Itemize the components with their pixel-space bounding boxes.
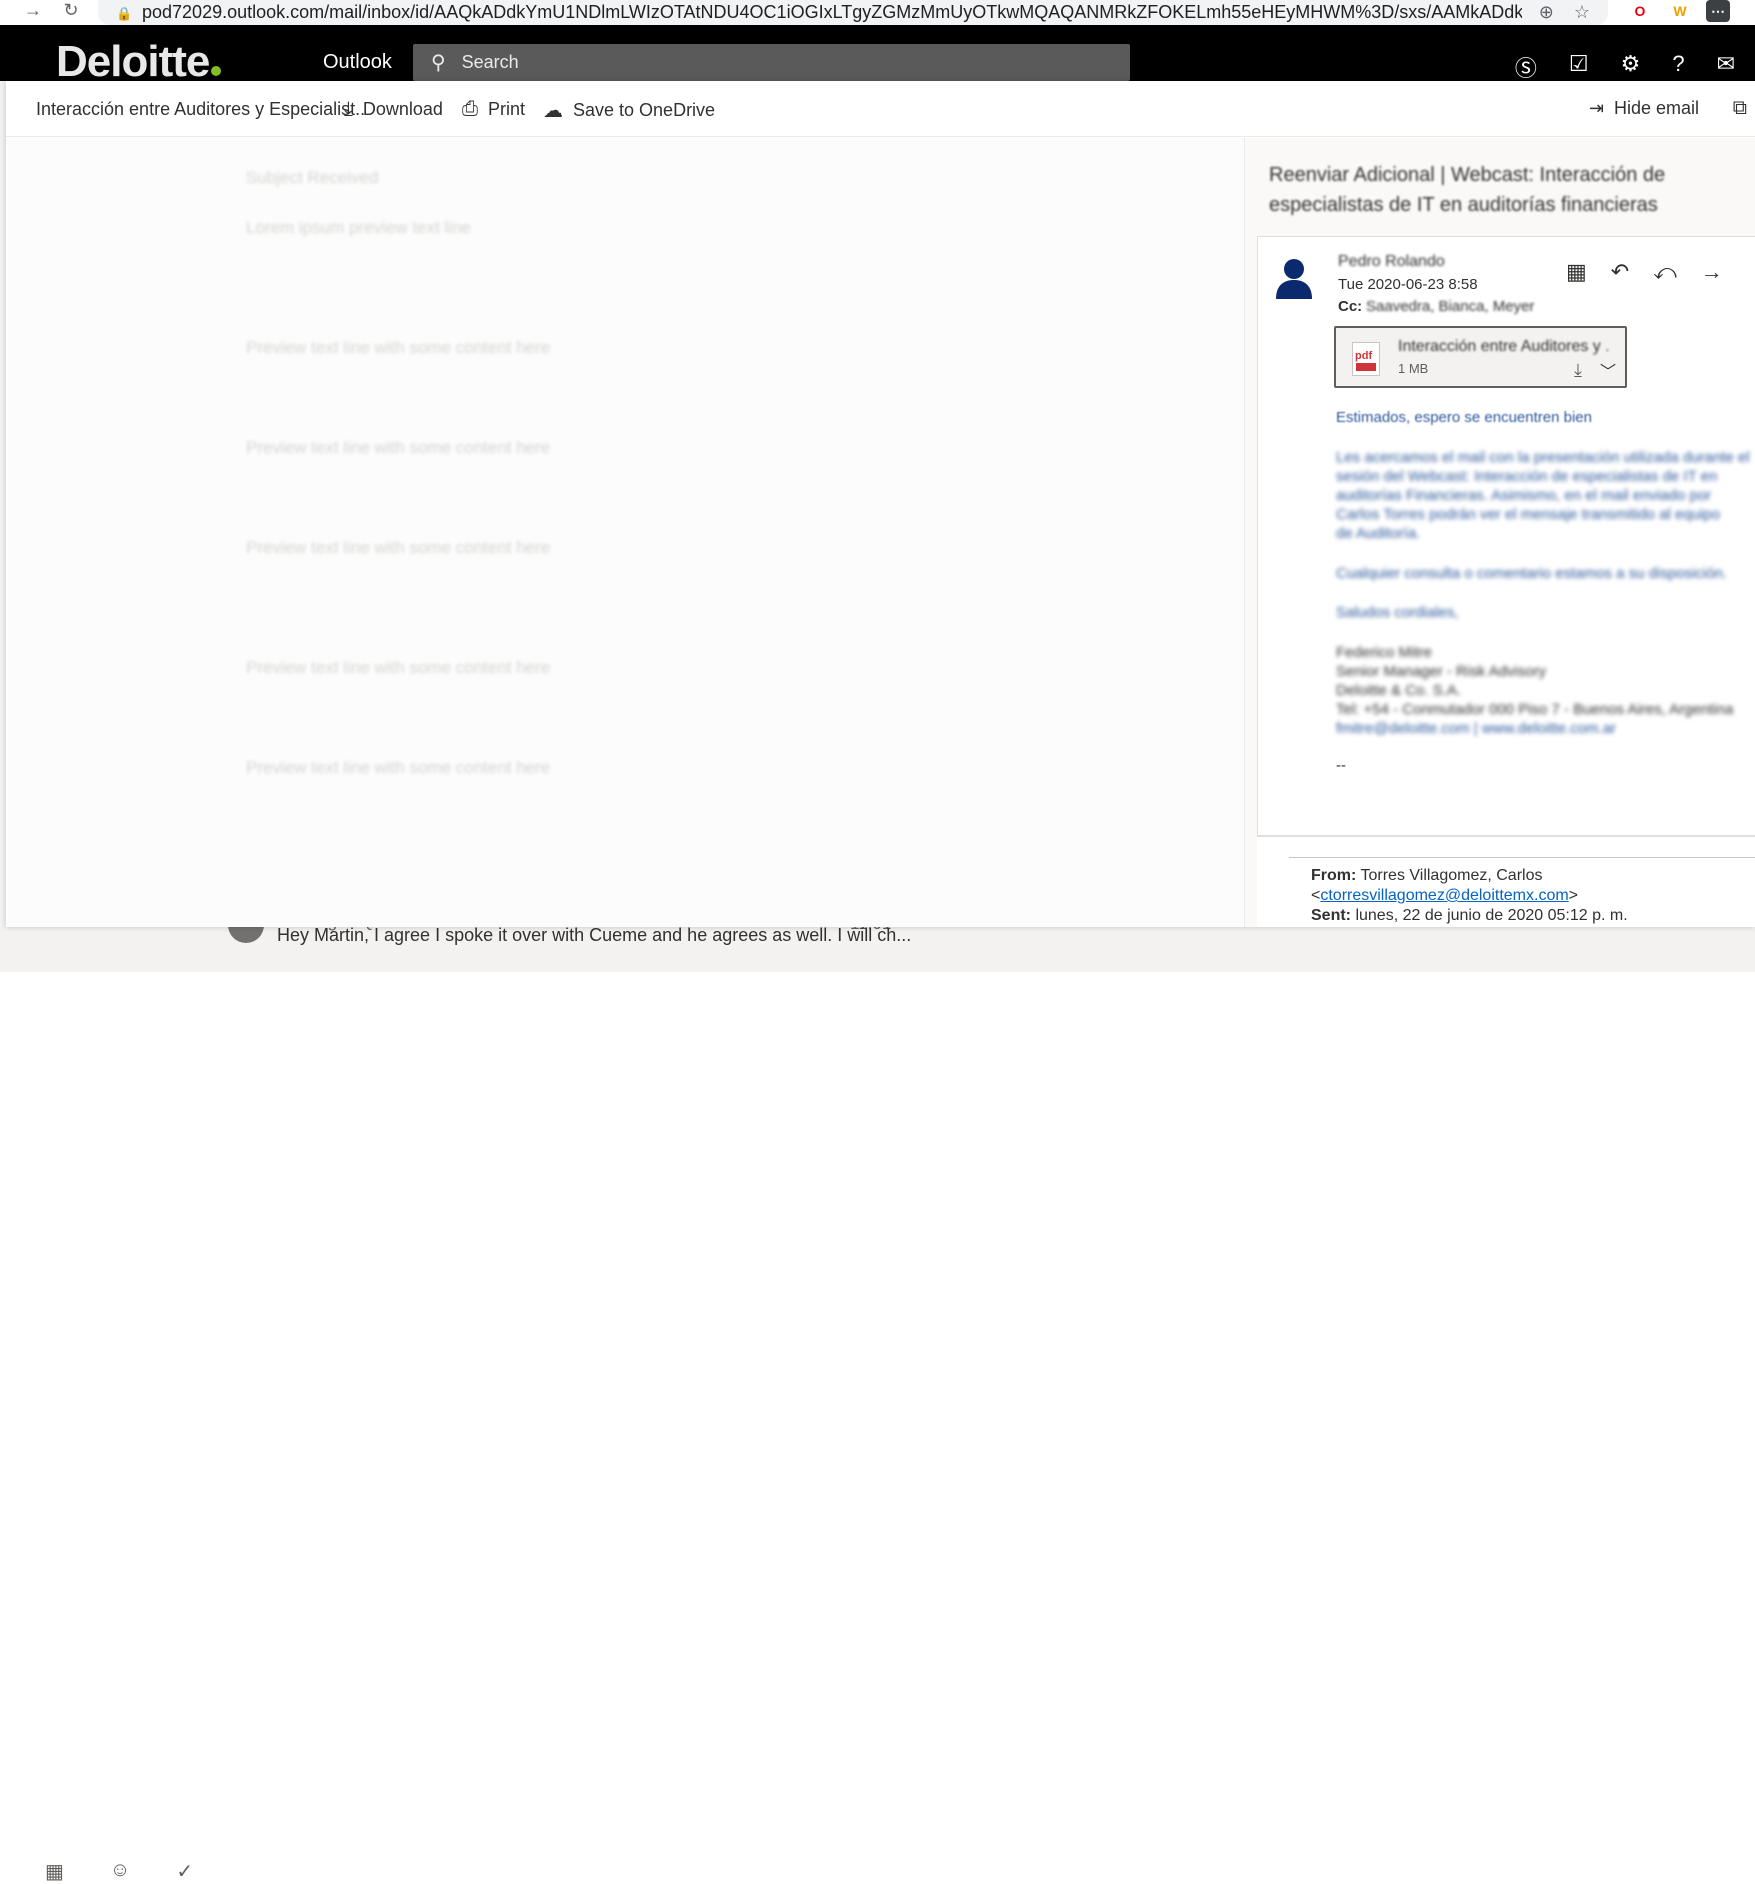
url-text: pod72029.outlook.com/mail/inbox/id/AAQkA… [142, 2, 1522, 22]
list-item-preview[interactable]: Hey Martin, I agree I spoke it over with… [277, 925, 911, 946]
search-box[interactable]: ⚲ Search [413, 44, 1130, 81]
star-icon[interactable]: ☆ [1574, 2, 1590, 23]
cc-label: Cc: [1338, 298, 1363, 315]
body-line[interactable]: auditorías Financieras. Asimismo, en el … [1336, 487, 1711, 504]
outlook-header: Deloitte Outlook ⚲ Search Ⓢ ☑ ⚙ ? ✉ [0, 25, 1755, 86]
body-line: Carlos Torres podrán ver el mensaje tran… [1336, 506, 1721, 523]
save-to-onedrive-label: Save to OneDrive [573, 100, 716, 120]
signature-separator: -- [1336, 757, 1346, 774]
hide-pane-icon: ⇥ [1588, 98, 1604, 118]
body-line: Saludos cordiales, [1336, 604, 1459, 621]
body-line: de Auditoría. [1336, 525, 1421, 542]
search-placeholder: Search [461, 52, 519, 72]
message-card: Pedro Rolando Tue 2020-06-23 8:58 Cc: Sa… [1257, 236, 1755, 836]
forwarded-header: From: Torres Villagomez, Carlos <ctorres… [1257, 836, 1755, 927]
attachment-file-name: Interacción entre Auditores y Especialis… [36, 99, 366, 119]
attachment-size: 1 MB [1398, 361, 1429, 376]
reply-all-icon[interactable]: ⤺ [1653, 259, 1677, 285]
person-avatar-icon [1276, 259, 1312, 299]
opera-extension-icon[interactable]: O [1628, 0, 1652, 22]
deloitte-logo: Deloitte [56, 37, 222, 87]
email-subject: Reenviar Adicional | Webcast: Interacció… [1269, 164, 1666, 216]
tasks-icon[interactable]: ☑ [1569, 51, 1589, 83]
sent-date: Tue 2020-06-23 8:58 [1338, 276, 1478, 293]
body-line[interactable]: sesión del Webcast: Interacción de espec… [1336, 468, 1717, 485]
skype-icon[interactable]: Ⓢ [1515, 51, 1537, 83]
forward-email[interactable]: <ctorresvillagomez@deloittemx.com> [1311, 887, 1578, 905]
forward-icon[interactable]: → [1701, 259, 1723, 285]
cloud-upload-icon: ☁ [543, 100, 563, 122]
app-name[interactable]: Outlook [323, 51, 392, 74]
forward-sent: Sent: lunes, 22 de junio de 2020 05:12 p… [1311, 907, 1628, 924]
search-icon: ⚲ [431, 52, 446, 74]
forward-from: From: Torres Villagomez, Carlos [1311, 867, 1543, 884]
signature-company: Deloitte & Co. S.A. [1336, 682, 1462, 699]
cc-recipients[interactable]: Saavedra, Bianca, Meyer [1366, 298, 1534, 315]
attachment-viewer: Interacción entre Auditores y Especialis… [6, 81, 1755, 927]
download-label: Download [362, 99, 443, 119]
viewer-toolbar: Interacción entre Auditores y Especialis… [6, 81, 1755, 137]
divider [1289, 857, 1755, 858]
document-preview-area: Subject Received Lorem ipsum preview tex… [6, 138, 1244, 927]
attachment-card[interactable]: pdf Interacción entre Auditores y ... 1 … [1334, 326, 1627, 388]
print-label: Print [488, 99, 526, 119]
print-button[interactable]: ⎙ Print [462, 98, 525, 121]
calendar-icon[interactable]: ▦ [45, 1859, 64, 1884]
attachment-name: Interacción entre Auditores y ... [1398, 338, 1608, 355]
help-icon[interactable]: ? [1672, 51, 1684, 83]
browser-bar: → ↻ 🔒 pod72029.outlook.com/mail/inbox/id… [0, 0, 1755, 25]
download-button[interactable]: ⤓ Download [344, 98, 443, 121]
sender-name[interactable]: Pedro Rolando [1338, 253, 1445, 271]
body-line: Les acercamos el mail con la presentació… [1336, 449, 1750, 466]
printer-icon: ⎙ [462, 98, 478, 120]
signature-title: Senior Manager - Risk Advisory [1336, 663, 1547, 680]
people-icon[interactable]: ☺ [110, 1859, 130, 1884]
pdf-file-icon: pdf [1352, 342, 1380, 376]
add-icon[interactable]: ⊕ [1539, 2, 1554, 23]
hide-email-label: Hide email [1613, 98, 1699, 118]
calendar-icon[interactable]: ▦ [1566, 259, 1587, 285]
signature-name: Federico Mitre [1336, 644, 1432, 661]
menu-extension-icon[interactable]: ⋯ [1706, 0, 1730, 22]
download-icon: ⤓ [344, 98, 353, 120]
reply-icon[interactable]: ↶ [1611, 259, 1629, 285]
reading-pane: Reenviar Adicional | Webcast: Interacció… [1244, 138, 1755, 927]
save-to-onedrive-button[interactable]: ☁ Save to OneDrive [543, 98, 715, 123]
popout-icon[interactable]: ⧉ [1733, 97, 1747, 120]
download-icon[interactable]: ⤓ [1574, 360, 1582, 381]
lock-icon: 🔒 [116, 5, 133, 21]
feedback-icon[interactable]: ✉ [1717, 51, 1735, 83]
body-line: Cualquier consulta o comentario estamos … [1336, 565, 1728, 582]
address-bar[interactable]: 🔒 pod72029.outlook.com/mail/inbox/id/AAQ… [98, 0, 1608, 25]
body-greeting: Estimados, espero se encuentren bien [1336, 409, 1592, 426]
todo-check-icon[interactable]: ✓ [176, 1859, 193, 1884]
hide-email-button[interactable]: ⇥ Hide email [1589, 98, 1699, 119]
signature-links[interactable]: fmitre@deloitte.com | www.deloitte.com.a… [1336, 720, 1616, 737]
settings-gear-icon[interactable]: ⚙ [1621, 51, 1641, 83]
chevron-down-icon[interactable]: ﹀ [1600, 358, 1616, 382]
reload-icon[interactable]: ↻ [58, 0, 84, 21]
signature-phone: Tel: +54 - Conmutador 000 Piso 7 - Bueno… [1336, 701, 1734, 718]
colorful-extension-icon[interactable]: W [1668, 0, 1692, 22]
forward-arrow-icon[interactable]: → [20, 0, 46, 21]
